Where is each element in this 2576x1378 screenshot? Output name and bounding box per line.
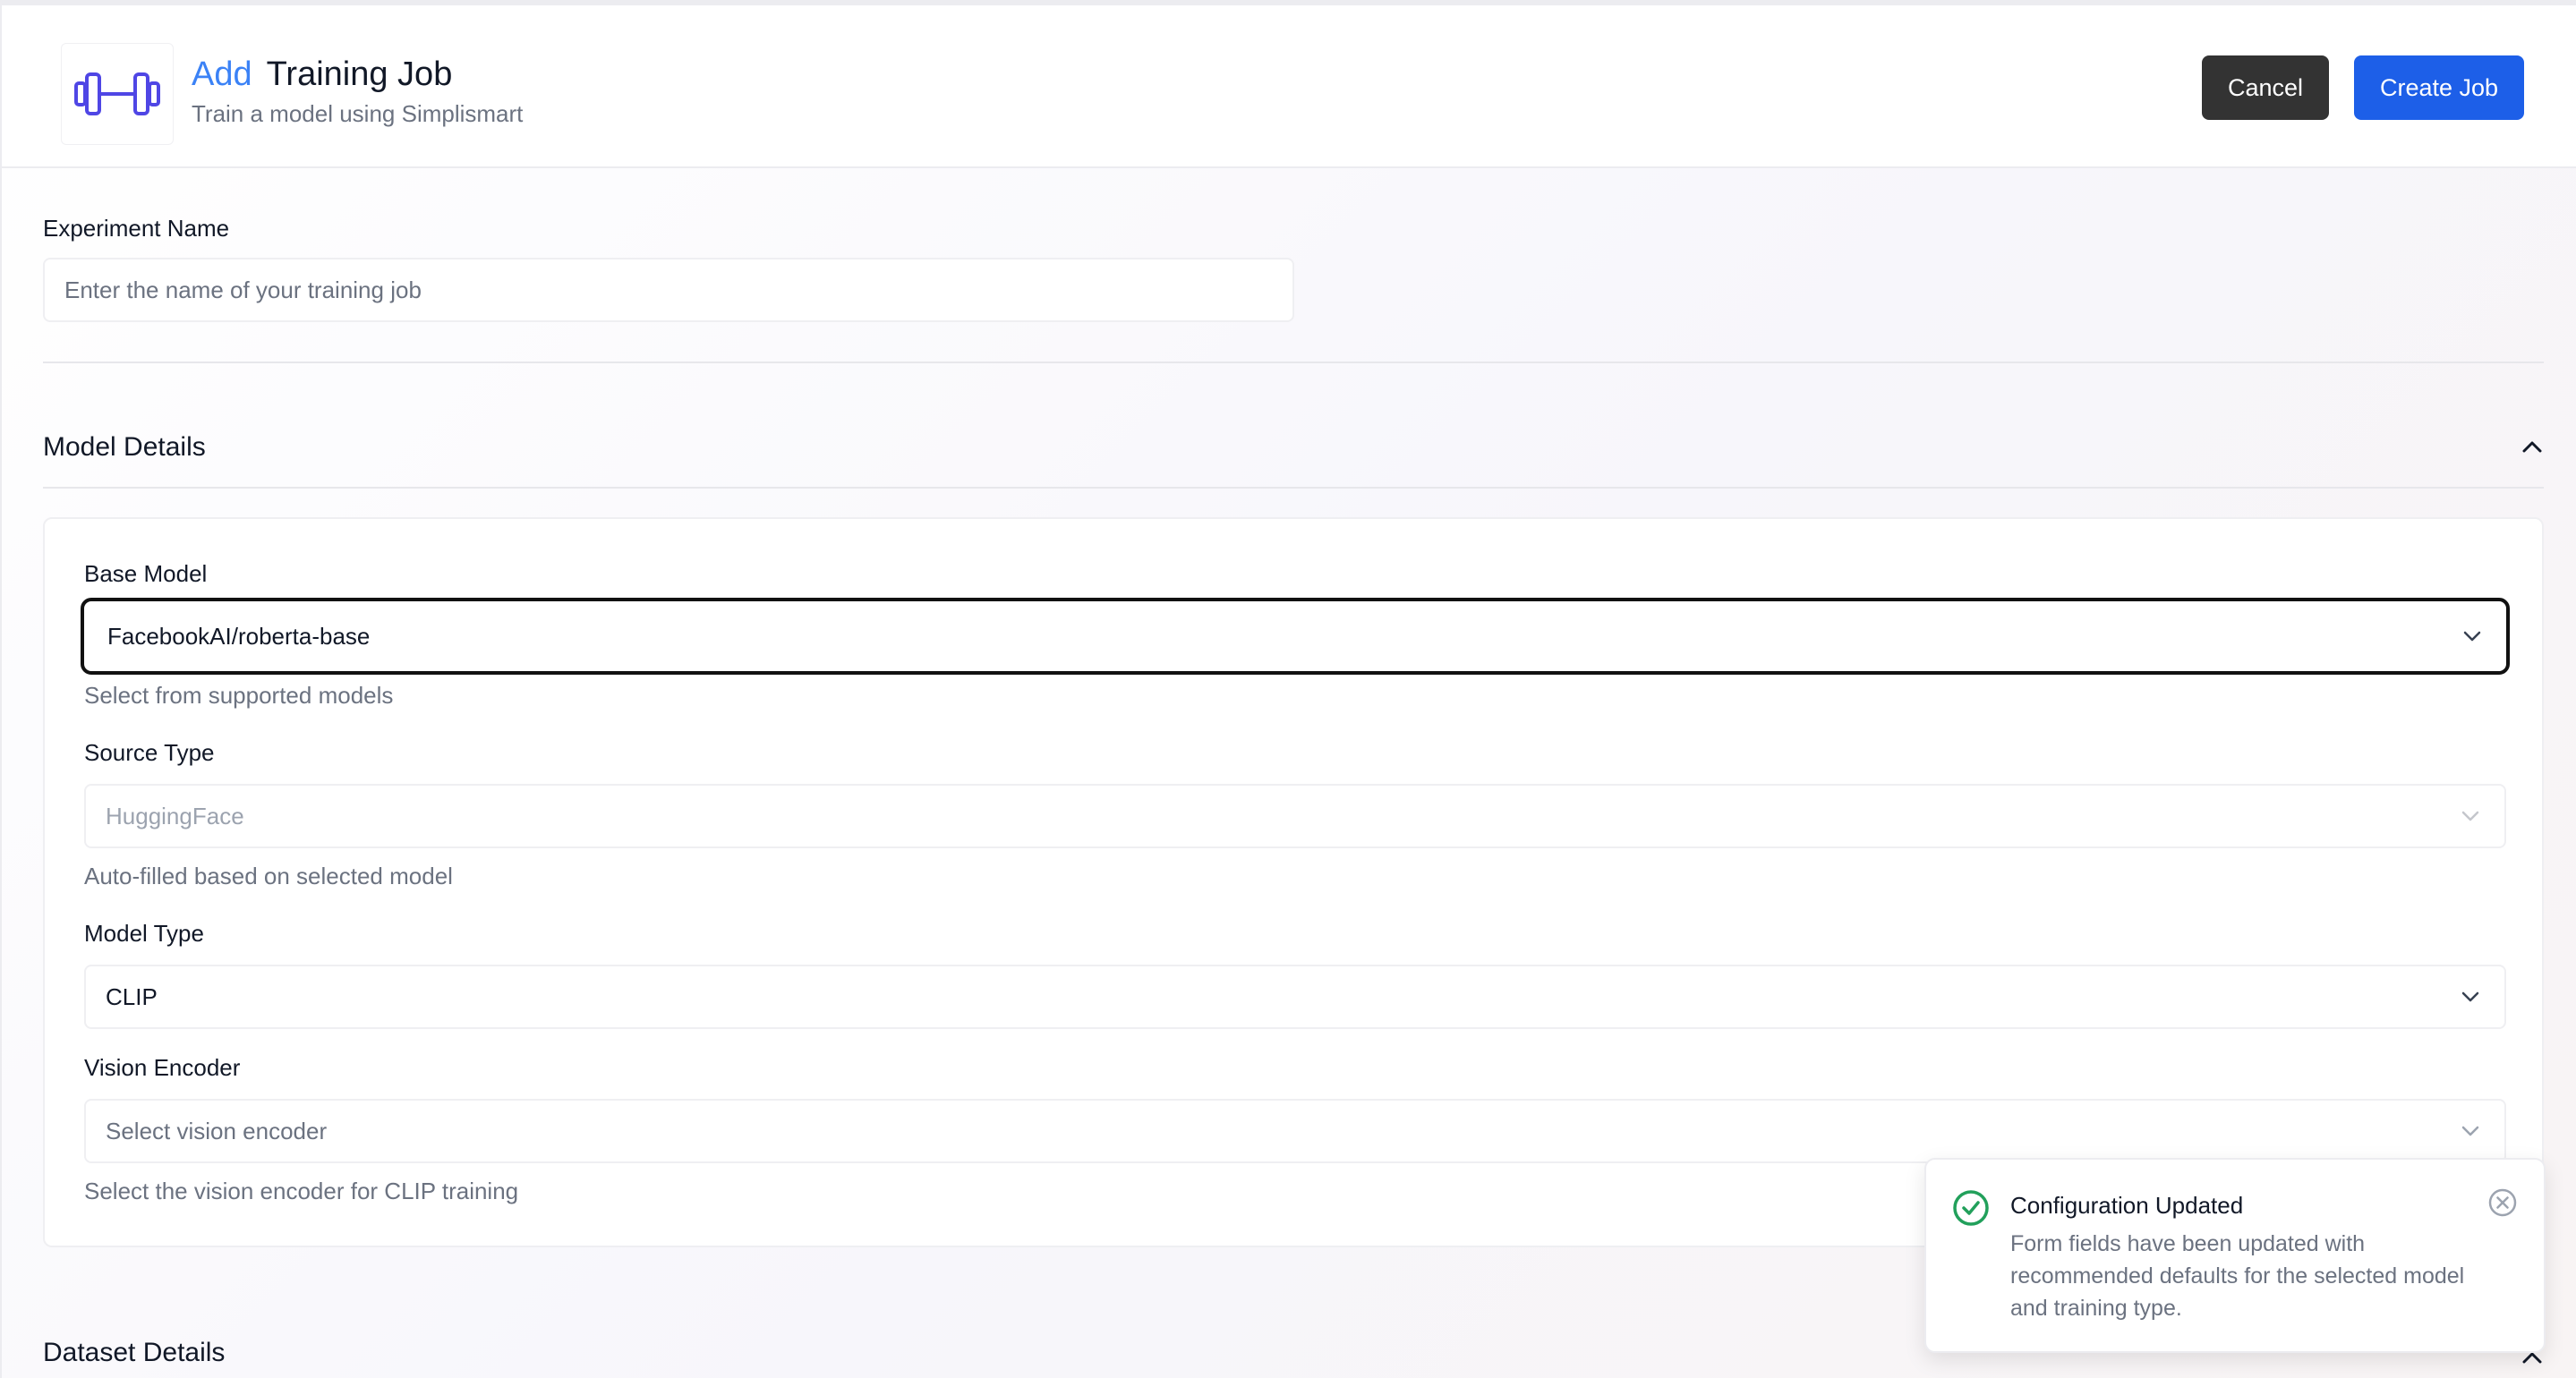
app-window: Add Training Job Train a model using Simp…	[0, 0, 2576, 1378]
experiment-name-label: Experiment Name	[43, 215, 230, 242]
page-title-text: Training Job	[266, 55, 453, 93]
page-subtitle: Train a model using Simplismart	[192, 100, 524, 127]
source-type-help: Auto-filled based on selected model	[84, 863, 453, 889]
cancel-button[interactable]: Cancel	[2202, 55, 2329, 120]
section-divider	[43, 487, 2544, 489]
page-title-accent: Add	[192, 55, 252, 93]
model-type-value: CLIP	[106, 982, 158, 1010]
chevron-up-icon	[2522, 1352, 2542, 1364]
model-details-title: Model Details	[43, 432, 206, 462]
chevron-down-icon	[2460, 986, 2481, 1008]
vision-encoder-placeholder: Select vision encoder	[106, 1117, 328, 1144]
source-type-select: HuggingFace	[84, 784, 2506, 848]
check-circle-icon	[1953, 1190, 1989, 1226]
base-model-help: Select from supported models	[84, 682, 394, 709]
dataset-details-title: Dataset Details	[43, 1338, 226, 1367]
chevron-down-icon	[2460, 1120, 2481, 1142]
base-model-select[interactable]: FacebookAI/roberta-base	[81, 598, 2510, 675]
page-header: Add Training Job Train a model using Simp…	[2, 5, 2576, 168]
experiment-name-placeholder: Enter the name of your training job	[64, 276, 422, 303]
logo	[61, 43, 174, 145]
toast-title: Configuration Updated	[2010, 1192, 2244, 1219]
source-type-value: HuggingFace	[106, 802, 244, 829]
vision-encoder-label: Vision Encoder	[84, 1054, 241, 1081]
section-divider	[43, 362, 2544, 363]
base-model-value: FacebookAI/roberta-base	[107, 622, 371, 650]
collapse-model-details-button[interactable]	[2521, 435, 2544, 458]
model-details-card: Base Model FacebookAI/roberta-base Selec…	[43, 517, 2544, 1247]
close-icon[interactable]	[2486, 1187, 2519, 1219]
model-type-label: Model Type	[84, 920, 204, 947]
vision-encoder-help: Select the vision encoder for CLIP train…	[84, 1178, 519, 1204]
experiment-name-input[interactable]: Enter the name of your training job	[43, 258, 1294, 322]
page-title: Add Training Job	[192, 52, 452, 97]
model-type-select[interactable]: CLIP	[84, 965, 2506, 1029]
chevron-down-icon	[2461, 625, 2483, 647]
vision-encoder-select[interactable]: Select vision encoder	[84, 1099, 2506, 1163]
create-job-button[interactable]: Create Job	[2354, 55, 2524, 120]
chevron-down-icon	[2460, 805, 2481, 827]
base-model-label: Base Model	[84, 560, 208, 587]
configuration-toast: Configuration Updated Form fields have b…	[1924, 1158, 2546, 1353]
toast-message: Form fields have been updated with recom…	[2010, 1231, 2465, 1321]
source-type-label: Source Type	[84, 739, 215, 766]
dumbbell-icon	[74, 72, 160, 115]
chevron-up-icon	[2522, 441, 2542, 453]
